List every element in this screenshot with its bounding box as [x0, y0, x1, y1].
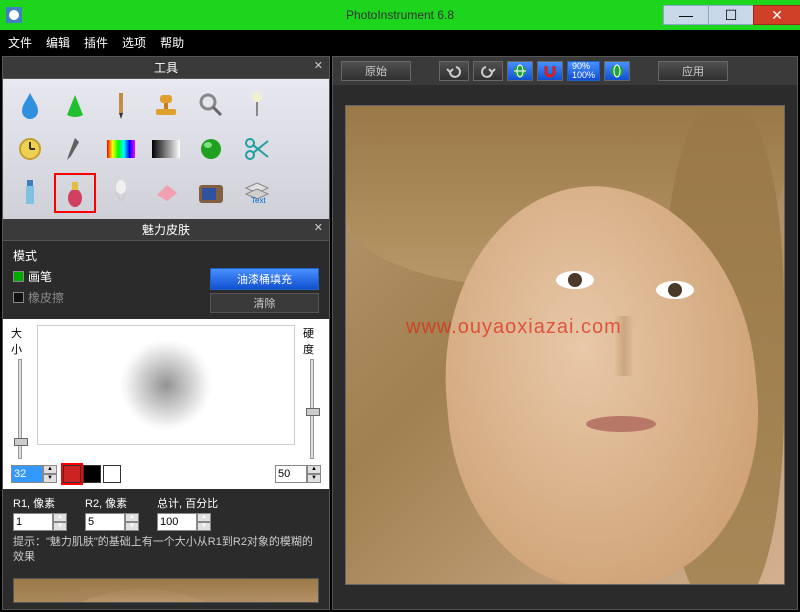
down-icon[interactable]: ▼ [307, 474, 321, 483]
globe-zoom-button[interactable] [507, 61, 533, 81]
hardness-slider[interactable] [310, 359, 314, 459]
slider-thumb[interactable] [306, 408, 320, 416]
swatch-black[interactable] [83, 465, 101, 483]
mode-brush-option[interactable]: 画笔 [13, 268, 64, 285]
down-icon[interactable]: ▼ [125, 522, 139, 531]
svg-text:Text: Text [251, 196, 266, 205]
menu-help[interactable]: 帮助 [160, 34, 184, 51]
tool-glue-tube[interactable] [9, 173, 50, 213]
tool-scissors[interactable] [236, 129, 277, 169]
menu-plugins[interactable]: 插件 [84, 34, 108, 51]
apply-button[interactable]: 应用 [658, 61, 728, 81]
maximize-button[interactable]: ☐ [708, 5, 754, 25]
tool-stamp[interactable] [145, 85, 186, 125]
down-icon[interactable]: ▼ [43, 474, 57, 483]
up-icon[interactable]: ▲ [307, 465, 321, 474]
tool-magnify[interactable] [191, 85, 232, 125]
titlebar: PhotoInstrument 6.8 — ☐ ✕ [0, 0, 800, 30]
tool-cone[interactable] [54, 85, 95, 125]
up-icon[interactable]: ▲ [53, 513, 67, 522]
checkbox-icon [13, 271, 24, 282]
swatch-red[interactable] [63, 465, 81, 483]
magnet-button[interactable] [537, 61, 563, 81]
mode-label: 模式 [13, 247, 319, 264]
brush-preview [37, 325, 295, 445]
image-canvas[interactable]: www.ouyaoxiazai.com [345, 105, 785, 585]
skin-title: 魅力皮肤 [142, 223, 190, 237]
down-icon[interactable]: ▼ [53, 522, 67, 531]
menu-file[interactable]: 文件 [8, 34, 32, 51]
redo-button[interactable] [473, 61, 503, 81]
tool-bulb[interactable] [100, 173, 141, 213]
slider-thumb[interactable] [14, 438, 28, 446]
right-panel: 原始 90% 100% 应用 www.ouyaoxi [332, 56, 798, 610]
redo-icon [480, 64, 496, 78]
globe-button[interactable] [604, 61, 630, 81]
mode-section: 模式 画笔 橡皮擦 油漆桶填充 清除 [3, 241, 329, 319]
app-icon [6, 7, 22, 23]
tools-grid: Text [3, 79, 329, 219]
up-icon[interactable]: ▲ [197, 513, 211, 522]
swatch-white[interactable] [103, 465, 121, 483]
tool-wand[interactable] [236, 85, 277, 125]
menu-edit[interactable]: 编辑 [46, 34, 70, 51]
close-icon[interactable]: ✕ [314, 59, 323, 72]
left-panel: 工具 ✕ Text 魅力皮肤 [2, 56, 330, 610]
hardness-label: 硬度 [303, 325, 321, 357]
magnet-icon [542, 63, 558, 79]
params-section: R1, 像素 ▲▼ R2, 像素 ▲▼ 总计, 百分比 ▲▼ 提示："魅力肌肤"… [3, 489, 329, 572]
size-slider[interactable] [18, 359, 22, 459]
r1-input[interactable] [13, 513, 53, 531]
tool-spectrum[interactable] [100, 129, 141, 169]
tool-clock[interactable] [9, 129, 50, 169]
minimize-button[interactable]: — [663, 5, 709, 25]
tools-title: 工具 [154, 61, 178, 75]
tool-spray-bottle[interactable] [54, 173, 95, 213]
r1-label: R1, 像素 [13, 495, 67, 511]
tool-sphere[interactable] [191, 129, 232, 169]
checkbox-icon [13, 292, 24, 303]
undo-button[interactable] [439, 61, 469, 81]
size-input[interactable]: ▲▼ [11, 465, 57, 483]
up-icon[interactable]: ▲ [125, 513, 139, 522]
undo-icon [446, 64, 462, 78]
brush-section: 大小 硬度 [3, 319, 329, 463]
menu-options[interactable]: 选项 [122, 34, 146, 51]
paint-bucket-fill-button[interactable]: 油漆桶填充 [210, 268, 319, 290]
thumbnail-preview [13, 578, 319, 603]
tool-gradient[interactable] [145, 129, 186, 169]
tool-eraser[interactable] [145, 173, 186, 213]
original-button[interactable]: 原始 [341, 61, 411, 81]
tools-panel-header: 工具 ✕ [3, 57, 329, 79]
top-toolbar: 原始 90% 100% 应用 [333, 57, 797, 85]
total-input[interactable] [157, 513, 197, 531]
tool-pencil[interactable] [100, 85, 141, 125]
hint-text: 提示："魅力肌肤"的基础上有一个大小从R1到R2对象的模糊的效果 [13, 535, 319, 566]
size-label: 大小 [11, 325, 29, 357]
color-row: ▲▼ ▲▼ [3, 463, 329, 489]
close-icon[interactable]: ✕ [314, 221, 323, 234]
globe-icon [512, 63, 528, 79]
zoom-percentage[interactable]: 90% 100% [567, 61, 600, 81]
hardness-input[interactable]: ▲▼ [275, 465, 321, 483]
menubar: 文件 编辑 插件 选项 帮助 [0, 30, 800, 54]
total-label: 总计, 百分比 [157, 495, 218, 511]
r2-label: R2, 像素 [85, 495, 139, 511]
tool-water-drop[interactable] [9, 85, 50, 125]
mode-eraser-option[interactable]: 橡皮擦 [13, 289, 64, 306]
up-icon[interactable]: ▲ [43, 465, 57, 474]
close-button[interactable]: ✕ [753, 5, 800, 25]
r2-input[interactable] [85, 513, 125, 531]
down-icon[interactable]: ▼ [197, 522, 211, 531]
color-swatches [63, 465, 121, 483]
canvas-area: www.ouyaoxiazai.com [333, 85, 797, 609]
globe-icon [609, 63, 625, 79]
clear-button[interactable]: 清除 [210, 293, 319, 313]
skin-panel-header: 魅力皮肤 ✕ [3, 219, 329, 241]
tool-color-picker[interactable] [54, 129, 95, 169]
window-title: PhotoInstrument 6.8 [346, 8, 454, 22]
tool-layers[interactable]: Text [236, 173, 277, 213]
tool-tv[interactable] [191, 173, 232, 213]
